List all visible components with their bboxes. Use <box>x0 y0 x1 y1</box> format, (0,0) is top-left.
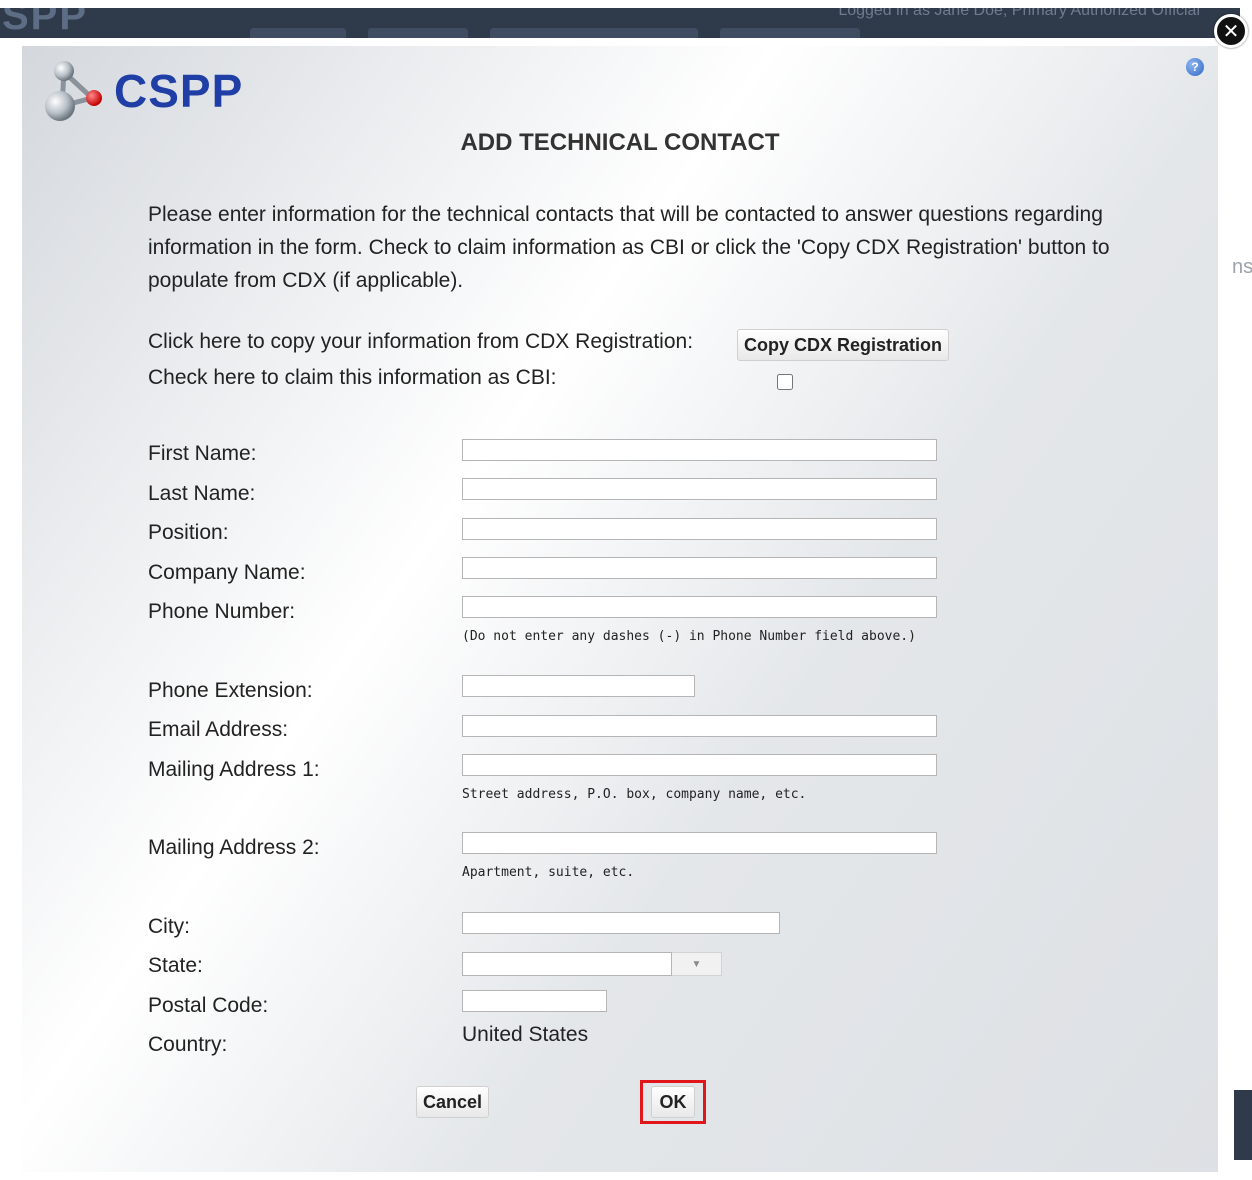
cspp-logo: CSPP <box>42 56 243 126</box>
cancel-button[interactable]: Cancel <box>416 1086 490 1118</box>
intro-text: Please enter information for the technic… <box>148 203 1110 292</box>
close-icon[interactable]: ✕ <box>1214 14 1248 48</box>
background-login-text: Logged in as Jane Doe, Primary Authorize… <box>838 8 1200 19</box>
dialog-title: ADD TECHNICAL CONTACT <box>460 129 780 156</box>
phone-number-hint: (Do not enter any dashes (-) in Phone Nu… <box>462 629 916 644</box>
email-address-input[interactable] <box>462 715 937 737</box>
postal-code-label: Postal Code: <box>148 994 269 1017</box>
add-technical-contact-dialog: ? CSPP ADD TECHNICAL CONTACT Please ente… <box>22 46 1218 1172</box>
first-name-label: First Name: <box>148 442 257 465</box>
background-tab <box>490 28 698 38</box>
mailing-address-2-input[interactable] <box>462 832 937 854</box>
country-value: United States <box>462 1023 589 1046</box>
last-name-input[interactable] <box>462 478 937 500</box>
help-icon[interactable]: ? <box>1186 58 1204 76</box>
mailing-address-1-input[interactable] <box>462 754 937 776</box>
phone-number-label: Phone Number: <box>148 600 296 623</box>
background-right-panel <box>1234 1090 1252 1160</box>
copy-cdx-registration-button[interactable]: Copy CDX Registration <box>737 329 950 361</box>
copy-cdx-label: Click here to copy your information from… <box>148 330 694 353</box>
state-select[interactable] <box>462 952 672 976</box>
phone-extension-label: Phone Extension: <box>148 679 313 702</box>
logo-text: CSPP <box>114 65 244 117</box>
company-name-label: Company Name: <box>148 561 306 584</box>
state-dropdown-arrow[interactable]: ▼ <box>672 952 722 976</box>
background-header: SPP Logged in as Jane Doe, Primary Autho… <box>0 8 1240 38</box>
position-label: Position: <box>148 521 229 544</box>
ok-button[interactable]: OK <box>651 1086 695 1118</box>
company-name-input[interactable] <box>462 557 937 579</box>
state-label: State: <box>148 954 203 977</box>
mailing-address-2-label: Mailing Address 2: <box>148 836 320 859</box>
background-tab <box>720 28 860 38</box>
molecule-icon <box>45 61 102 121</box>
mailing-address-1-label: Mailing Address 1: <box>148 758 320 781</box>
chevron-down-icon: ▼ <box>691 959 702 970</box>
phone-extension-input[interactable] <box>462 675 695 697</box>
background-tab <box>368 28 468 38</box>
country-label: Country: <box>148 1033 228 1056</box>
background-right-text: ns <box>1232 256 1252 278</box>
phone-number-input[interactable] <box>462 596 937 618</box>
last-name-label: Last Name: <box>148 482 256 505</box>
first-name-input[interactable] <box>462 439 937 461</box>
cbi-checkbox[interactable] <box>777 374 793 390</box>
city-label: City: <box>148 915 190 938</box>
mailing-address-1-hint: Street address, P.O. box, company name, … <box>462 787 807 802</box>
mailing-address-2-hint: Apartment, suite, etc. <box>462 865 635 880</box>
background-logo-text: SPP <box>2 8 89 38</box>
city-input[interactable] <box>462 912 780 934</box>
postal-code-input[interactable] <box>462 990 607 1012</box>
cbi-label: Check here to claim this information as … <box>148 366 557 389</box>
position-input[interactable] <box>462 518 937 540</box>
background-tab <box>250 28 346 38</box>
email-address-label: Email Address: <box>148 718 289 741</box>
